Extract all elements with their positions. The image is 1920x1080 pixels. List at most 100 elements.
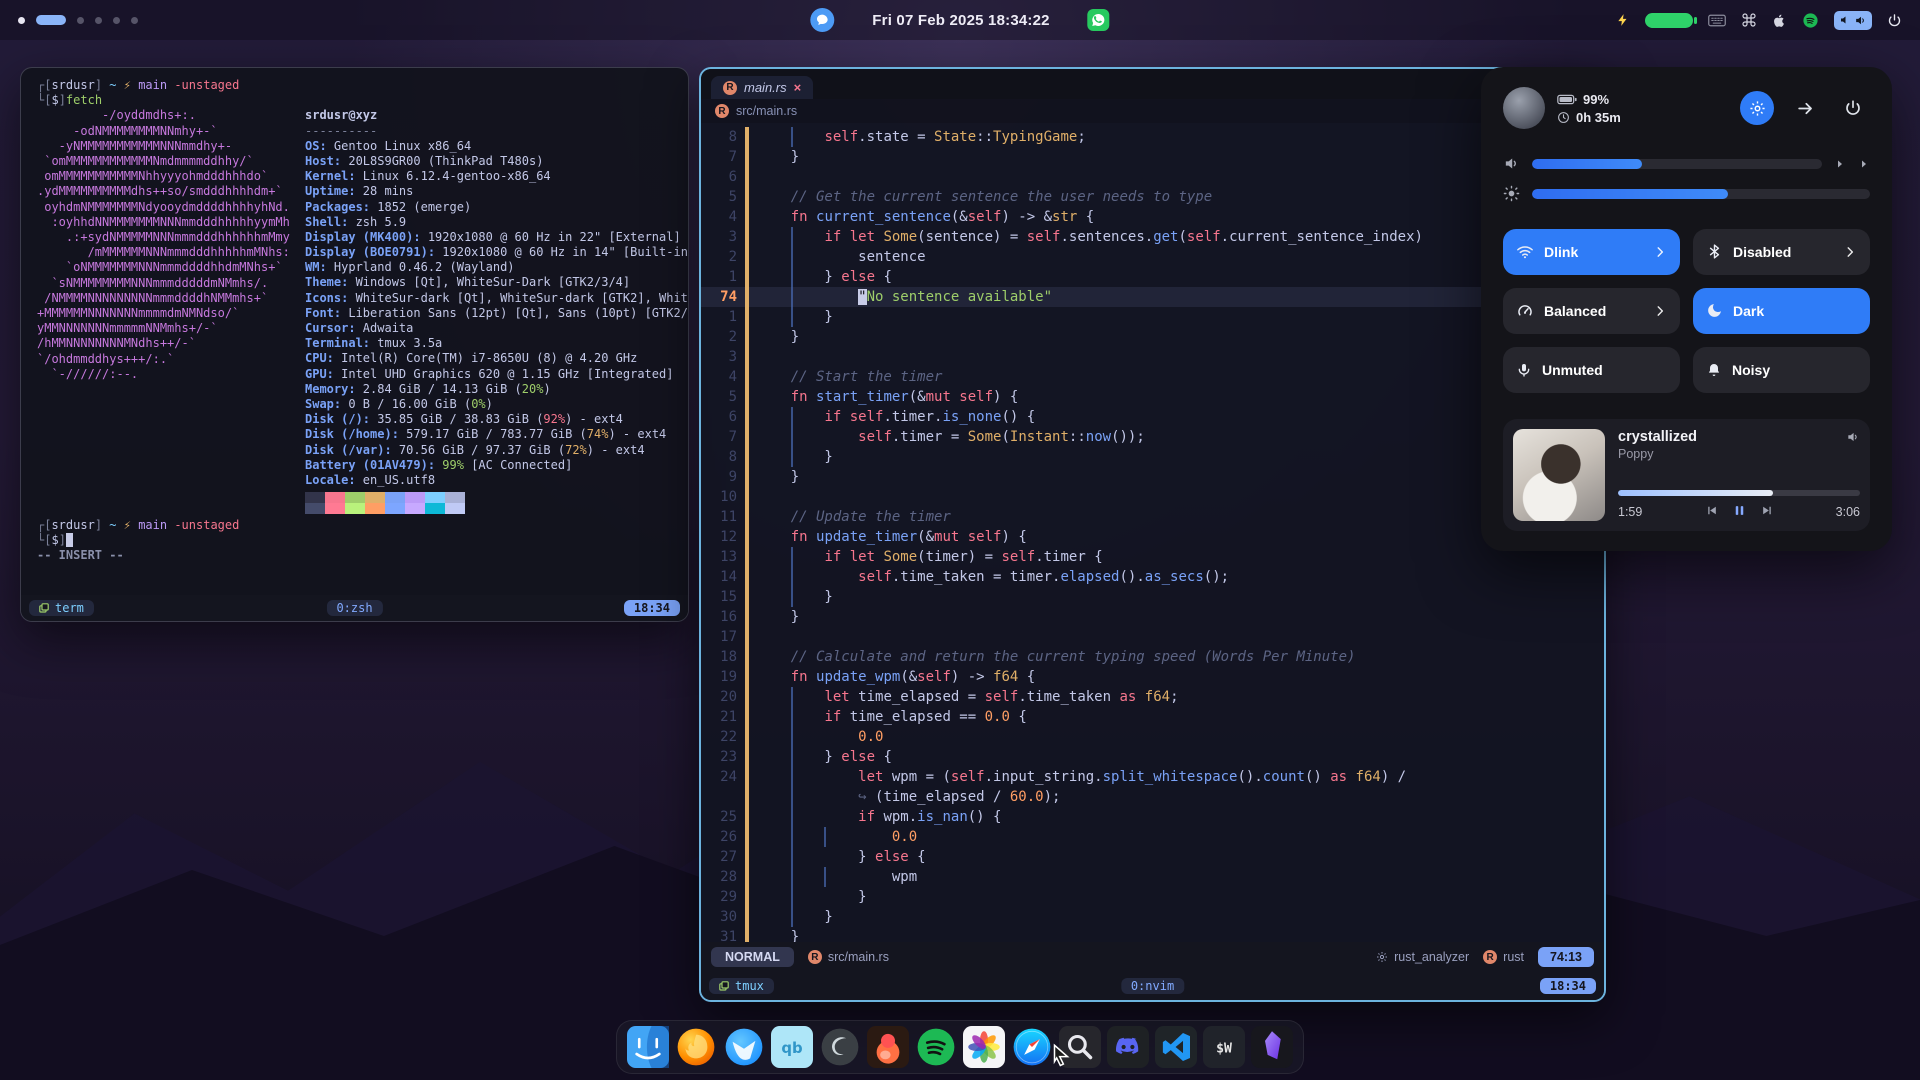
workspace-3[interactable] [77,17,84,24]
code-line[interactable]: 19 fn update_wpm(&self) -> f64 { [701,667,1604,687]
code-line[interactable]: 5 // Get the current sentence the user n… [701,187,1604,207]
code-line[interactable]: 1 } else { [701,267,1604,287]
code-line[interactable]: 21 if time_elapsed == 0.0 { [701,707,1604,727]
battery-indicator[interactable] [1645,13,1693,28]
dock-app-photos-icon[interactable] [963,1026,1005,1068]
workspace-1[interactable] [18,17,25,24]
dock-app-vscode-icon[interactable] [1155,1026,1197,1068]
seek-bar[interactable] [1618,490,1860,496]
whatsapp-icon[interactable] [1088,9,1110,31]
messages-icon[interactable] [810,8,834,32]
dock-app-spiral-icon[interactable] [819,1026,861,1068]
dock-app-dollar-w-icon[interactable]: $W [1203,1026,1245,1068]
chevron-right-icon[interactable] [1858,158,1870,170]
pause-button[interactable] [1732,503,1747,521]
code-line[interactable]: 31 } [701,927,1604,942]
shell-prompt-cursor[interactable]: └[$] [37,533,688,548]
code-line[interactable]: 17 [701,627,1604,647]
code-line[interactable]: 11 // Update the timer [701,507,1604,527]
code-line[interactable]: 2 sentence [701,247,1604,267]
volume-slider[interactable] [1532,159,1822,169]
code-line[interactable]: 16 } [701,607,1604,627]
brightness-slider[interactable] [1532,189,1870,199]
code-line[interactable]: 10 [701,487,1604,507]
code-line[interactable]: 4 // Start the timer [701,367,1604,387]
code-line[interactable]: 5 fn start_timer(&mut self) { [701,387,1604,407]
code-line[interactable]: 18 // Calculate and return the current t… [701,647,1604,667]
apple-icon[interactable] [1772,12,1787,29]
tmux-window-label[interactable]: 0:zsh [326,600,382,616]
dock-app-finder-icon[interactable] [627,1026,669,1068]
user-avatar[interactable] [1503,87,1545,129]
workspace-6[interactable] [131,17,138,24]
command-icon[interactable] [1741,12,1757,28]
code-line[interactable]: 24 let wpm = (self.input_string.split_wh… [701,767,1604,787]
code-line[interactable]: 3 if let Some(sentence) = self.sentences… [701,227,1604,247]
code-line[interactable]: 1 } [701,307,1604,327]
code-line[interactable]: 12 fn update_timer(&mut self) { [701,527,1604,547]
tmux-window-label[interactable]: 0:nvim [1121,978,1184,994]
code-line[interactable]: 27 } else { [701,847,1604,867]
dock-app-lava-lamp-icon[interactable] [867,1026,909,1068]
code-line[interactable]: 25 if wpm.is_nan() { [701,807,1604,827]
code-line[interactable]: 2 } [701,327,1604,347]
volume-indicator[interactable] [1834,11,1872,30]
dock-app-qbittorrent-icon[interactable]: qb [771,1026,813,1068]
workspace-indicators[interactable] [18,15,138,25]
code-line[interactable]: 22 0.0 [701,727,1604,747]
code-line[interactable]: 4 fn current_sentence(&self) -> &str { [701,207,1604,227]
previous-button[interactable] [1705,504,1718,520]
code-line[interactable]: 74 "No sentence available" [701,287,1604,307]
tmux-session-label[interactable]: tmux [709,978,774,994]
code-line[interactable]: 3 [701,347,1604,367]
audio-output-icon[interactable] [1846,430,1860,444]
power-icon[interactable] [1887,13,1902,28]
next-button[interactable] [1761,504,1774,520]
dock-app-safari-icon[interactable] [1011,1026,1053,1068]
keyboard-icon[interactable] [1708,14,1726,27]
code-line[interactable]: 8 self.state = State::TypingGame; [701,127,1604,147]
code-line[interactable]: ↪ (time_elapsed / 60.0); [701,787,1604,807]
toggle-unmuted[interactable]: Unmuted [1503,347,1680,393]
code-line[interactable]: 28 wpm [701,867,1604,887]
code-line[interactable]: 15 } [701,587,1604,607]
code-line[interactable]: 23 } else { [701,747,1604,767]
dock-app-spotify-icon[interactable] [915,1026,957,1068]
code-line[interactable]: 20 let time_elapsed = self.time_taken as… [701,687,1604,707]
tab-close-icon[interactable]: × [794,80,802,95]
settings-button[interactable] [1740,91,1774,125]
dock-app-obsidian-icon[interactable] [1251,1026,1293,1068]
terminal-window[interactable]: ┌[srdusr] ~ ⚡ main -unstaged └[$]fetch -… [20,67,689,622]
code-line[interactable]: 29 } [701,887,1604,907]
code-line[interactable]: 14 self.time_taken = timer.elapsed().as_… [701,567,1604,587]
code-line[interactable]: 13 if let Some(timer) = self.timer { [701,547,1604,567]
tmux-session-label[interactable]: term [29,600,94,616]
code-line[interactable]: 7 } [701,147,1604,167]
toggle-dlink[interactable]: Dlink [1503,229,1680,275]
tab-main-rs[interactable]: R main.rs × [711,76,813,99]
toggle-dark[interactable]: Dark [1693,288,1870,334]
workspace-2[interactable] [36,15,66,25]
power-button[interactable] [1836,91,1870,125]
code-buffer[interactable]: 8 self.state = State::TypingGame;7 }65 /… [701,125,1604,942]
workspace-4[interactable] [95,17,102,24]
logout-button[interactable] [1788,91,1822,125]
code-line[interactable]: 6 [701,167,1604,187]
code-line[interactable]: 26 0.0 [701,827,1604,847]
toggle-noisy[interactable]: Noisy [1693,347,1870,393]
code-line[interactable]: 6 if self.timer.is_none() { [701,407,1604,427]
dock-app-firefox-icon[interactable] [675,1026,717,1068]
toggle-balanced[interactable]: Balanced [1503,288,1680,334]
code-line[interactable]: 7 self.timer = Some(Instant::now()); [701,427,1604,447]
workspace-5[interactable] [113,17,120,24]
toggle-disabled[interactable]: Disabled [1693,229,1870,275]
code-line[interactable]: 8 } [701,447,1604,467]
editor-window[interactable]: R main.rs × R src/main.rs 8 self.state =… [699,67,1606,1002]
code-line[interactable]: 30 } [701,907,1604,927]
spotify-tray-icon[interactable] [1802,12,1819,29]
dock-app-thunderbird-icon[interactable] [723,1026,765,1068]
power-profile-icon[interactable] [1616,12,1630,28]
chevron-right-icon[interactable] [1834,158,1846,170]
dock-app-discord-icon[interactable] [1107,1026,1149,1068]
code-line[interactable]: 9 } [701,467,1604,487]
